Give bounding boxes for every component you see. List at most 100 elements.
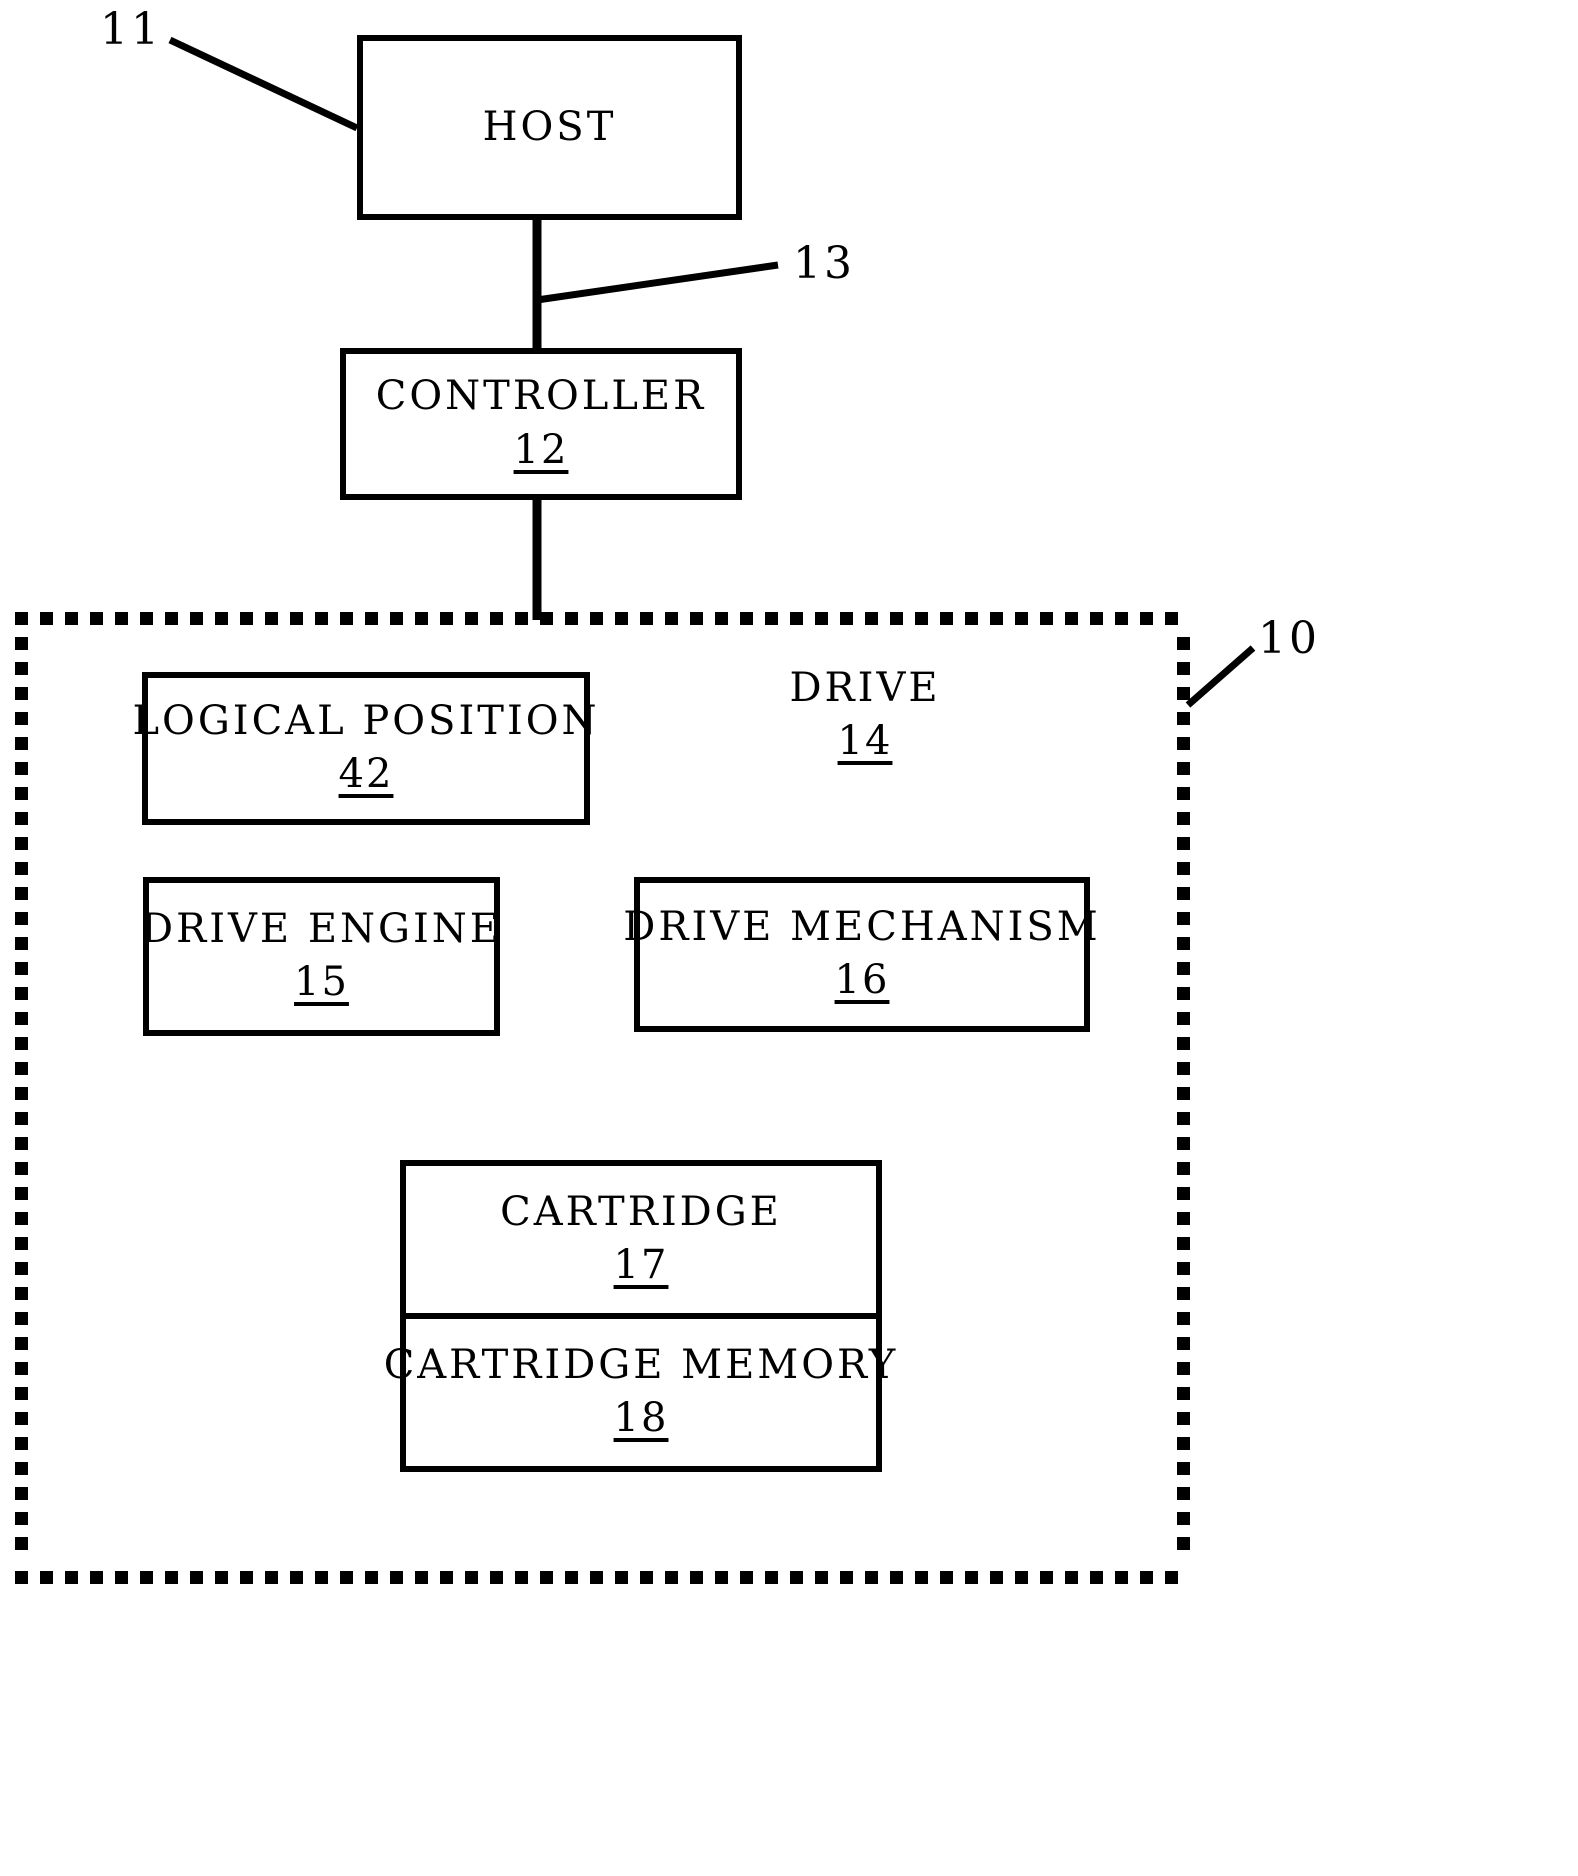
enclosure-dot [165,612,178,625]
enclosure-dot [1177,1262,1190,1275]
enclosure-dot [965,612,978,625]
enclosure-dot [1177,1437,1190,1450]
enclosure-dot [15,612,28,625]
enclosure-dot [1177,1537,1190,1550]
enclosure-dot [15,1462,28,1475]
block-controller-label: CONTROLLER [375,373,707,420]
callout-10: 10 [1258,613,1320,664]
block-drive-ref: 14 [837,718,893,765]
block-drive-engine[interactable]: DRIVE ENGINE 15 [141,877,502,1036]
enclosure-dot [1177,737,1190,750]
enclosure-dot [690,1571,703,1584]
enclosure-dot [15,712,28,725]
enclosure-dot [15,962,28,975]
enclosure-dot [15,1012,28,1025]
block-drive-mechanism[interactable]: DRIVE MECHANISM 16 [623,877,1098,1032]
enclosure-dot [665,1571,678,1584]
enclosure-dot [865,1571,878,1584]
enclosure-dot [15,912,28,925]
enclosure-dot [15,1537,28,1550]
enclosure-dot [390,1571,403,1584]
enclosure-dot [215,1571,228,1584]
enclosure-dot [515,612,528,625]
enclosure-dot [1177,1512,1190,1525]
block-cartridge[interactable]: CARTRIDGE 17 [406,1166,876,1313]
enclosure-dot [690,612,703,625]
enclosure-dot [15,1437,28,1450]
enclosure-dot [15,1312,28,1325]
enclosure-dot [765,612,778,625]
patent-figure-canvas: 11 13 10 HOST CONTROLLER 12 DRIVE 14 LOG… [0,0,1578,1876]
enclosure-dot [840,1571,853,1584]
enclosure-dot [1177,662,1190,675]
enclosure-dot [1165,612,1178,625]
enclosure-dot [1177,712,1190,725]
enclosure-dot [265,612,278,625]
enclosure-dot [15,637,28,650]
enclosure-dot [1177,1087,1190,1100]
enclosure-dot [15,737,28,750]
block-controller-ref: 12 [513,426,569,473]
enclosure-dot [665,612,678,625]
enclosure-dot [1177,1462,1190,1475]
block-controller[interactable]: CONTROLLER 12 [340,348,742,500]
enclosure-dot [1040,612,1053,625]
block-logical-position[interactable]: LOGICAL POSITION 42 [132,672,597,825]
enclosure-dot [990,612,1003,625]
enclosure-dot [115,1571,128,1584]
enclosure-dot [1140,612,1153,625]
enclosure-dot [65,612,78,625]
enclosure-dot [565,612,578,625]
enclosure-dot [15,1037,28,1050]
enclosure-dot [1115,1571,1128,1584]
enclosure-dot [90,612,103,625]
block-logical-position-label: LOGICAL POSITION [132,697,600,744]
enclosure-dot [15,1362,28,1375]
enclosure-dot [990,1571,1003,1584]
enclosure-dot [90,1571,103,1584]
enclosure-dot [340,612,353,625]
enclosure-dot [15,837,28,850]
enclosure-dot [1015,612,1028,625]
enclosure-dot [815,1571,828,1584]
block-host[interactable]: HOST [357,35,742,220]
enclosure-dot [15,1087,28,1100]
block-cartridge-memory[interactable]: CARTRIDGE MEMORY 18 [384,1313,895,1466]
enclosure-dot [290,1571,303,1584]
enclosure-dot [1177,837,1190,850]
enclosure-dot [15,887,28,900]
enclosure-dot [965,1571,978,1584]
enclosure-dot [1177,1237,1190,1250]
callout-13: 13 [793,238,855,289]
enclosure-dot [15,1337,28,1350]
enclosure-dot [1177,1137,1190,1150]
enclosure-dot [240,612,253,625]
enclosure-dot [915,1571,928,1584]
enclosure-dot [65,1571,78,1584]
enclosure-dot [840,612,853,625]
enclosure-dot [815,612,828,625]
enclosure-dot [615,1571,628,1584]
enclosure-dot [15,1212,28,1225]
enclosure-dot [740,612,753,625]
block-host-label: HOST [482,103,617,150]
enclosure-dot [15,937,28,950]
enclosure-dot [15,1287,28,1300]
enclosure-dot [915,612,928,625]
enclosure-dot [1090,1571,1103,1584]
block-drive-engine-label: DRIVE ENGINE [141,905,502,952]
enclosure-dot [1177,1387,1190,1400]
enclosure-dot [940,612,953,625]
enclosure-dot [15,762,28,775]
enclosure-dot [1015,1571,1028,1584]
enclosure-dot [590,612,603,625]
enclosure-dot [640,1571,653,1584]
enclosure-dot [15,987,28,1000]
enclosure-dot [790,1571,803,1584]
enclosure-dot [1177,912,1190,925]
enclosure-dot [15,1062,28,1075]
enclosure-dot [415,1571,428,1584]
enclosure-dot [1177,1412,1190,1425]
enclosure-dot [740,1571,753,1584]
enclosure-dot [290,612,303,625]
